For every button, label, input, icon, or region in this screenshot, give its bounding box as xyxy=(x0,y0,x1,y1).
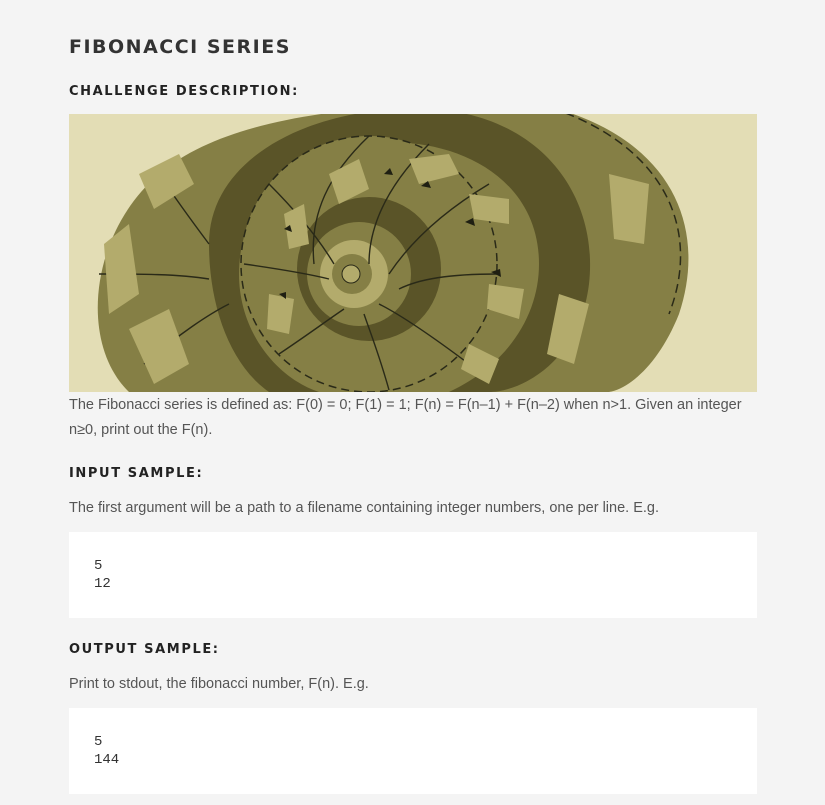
input-sample-heading: INPUT SAMPLE: xyxy=(69,466,204,481)
output-sample-code: 5 144 xyxy=(69,708,757,794)
challenge-heading: CHALLENGE DESCRIPTION: xyxy=(69,84,299,99)
input-sample-description: The first argument will be a path to a f… xyxy=(69,500,659,516)
code-line: 5 xyxy=(94,558,103,574)
code-line: 12 xyxy=(94,576,111,592)
output-sample-description: Print to stdout, the fibonacci number, F… xyxy=(69,676,369,692)
output-sample-heading: OUTPUT SAMPLE: xyxy=(69,642,220,657)
nautilus-shell-image xyxy=(69,114,757,392)
input-sample-code: 5 12 xyxy=(69,532,757,618)
nautilus-shell-illustration xyxy=(97,114,757,392)
shell-center xyxy=(341,264,361,284)
challenge-description: The Fibonacci series is defined as: F(0)… xyxy=(69,397,742,438)
page-title: FIBONACCI SERIES xyxy=(69,36,291,58)
code-line: 5 xyxy=(94,734,103,750)
code-line: 144 xyxy=(94,752,120,768)
page: FIBONACCI SERIES CHALLENGE DESCRIPTION: xyxy=(0,0,825,805)
